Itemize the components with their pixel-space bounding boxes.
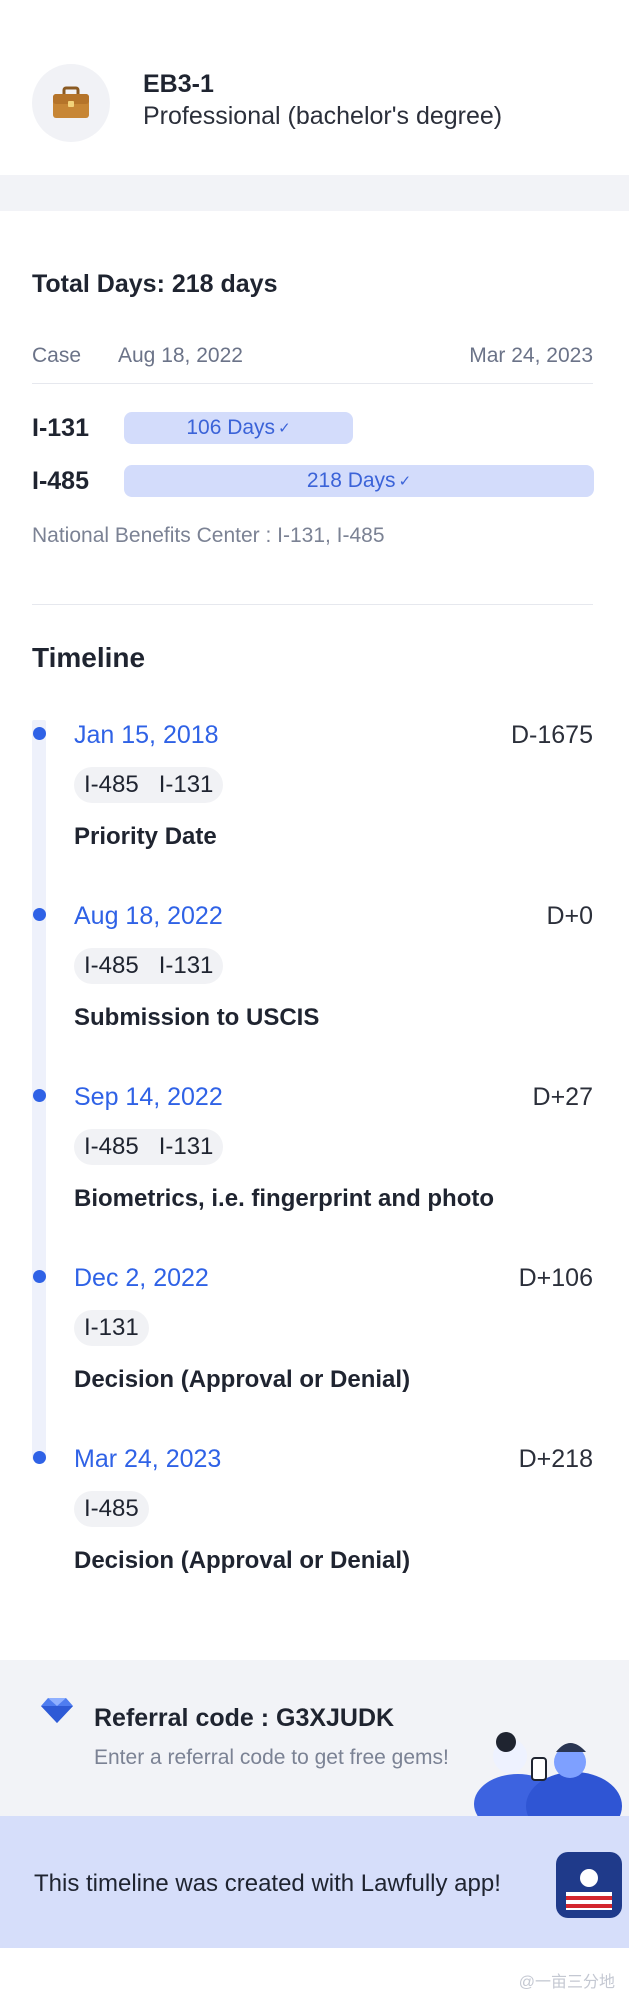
event-date: Dec 2, 2022 [74, 1264, 209, 1292]
form-chip: I-131 [148, 767, 224, 803]
event-form-chips: I-485 I-131 [74, 948, 224, 984]
event-form-chips: I-131 [74, 1310, 149, 1346]
watermark: @一亩三分地 [518, 1974, 615, 1991]
event-date: Jan 15, 2018 [74, 721, 219, 749]
check-icon: ✓ [398, 473, 412, 490]
divider [32, 604, 593, 605]
banner-text: This timeline was created with Lawfully … [34, 1870, 501, 1897]
event-date: Sep 14, 2022 [74, 1083, 223, 1111]
form-chip: I-485 [74, 767, 149, 803]
case-start-date: Aug 18, 2022 [118, 344, 243, 367]
event-day-offset: D-1675 [511, 721, 593, 749]
form-chip: I-485 [74, 1491, 149, 1527]
total-days: Total Days: 218 days [32, 270, 278, 298]
form-chip: I-131 [148, 1129, 224, 1165]
event-date: Aug 18, 2022 [74, 902, 223, 930]
event-form-chips: I-485 I-131 [74, 767, 224, 803]
referral-subtitle: Enter a referral code to get free gems! [94, 1746, 449, 1769]
event-form-chips: I-485 [74, 1491, 149, 1527]
event-title: Biometrics, i.e. fingerprint and photo [74, 1185, 495, 1212]
case-type: Professional (bachelor's degree) [143, 102, 503, 130]
event-date: Mar 24, 2023 [74, 1445, 222, 1473]
timeline-dot [33, 1270, 46, 1283]
duration-bar-i131: 106 Days ✓ [124, 412, 353, 444]
event-title: Priority Date [74, 823, 217, 850]
case-end-date: Mar 24, 2023 [469, 344, 593, 367]
app-logo-icon [556, 1852, 622, 1918]
event-day-offset: D+106 [518, 1264, 593, 1292]
referral-code: Referral code : G3XJUDK [94, 1704, 395, 1732]
event-day-offset: D+0 [546, 902, 593, 930]
form-chip: I-131 [148, 948, 224, 984]
event-day-offset: D+27 [532, 1083, 593, 1111]
case-code: EB3-1 [143, 70, 214, 98]
timeline-dot [33, 1451, 46, 1464]
case-icon-badge [32, 64, 110, 142]
bar-form-label: I-131 [32, 414, 89, 442]
divider [32, 383, 593, 384]
section-divider [0, 175, 629, 211]
bar-label: 218 Days [306, 469, 396, 492]
service-center-note: National Benefits Center : I-131, I-485 [32, 524, 385, 547]
form-chip: I-131 [74, 1310, 149, 1346]
diamond-icon [41, 1698, 73, 1723]
bar-form-label: I-485 [32, 467, 89, 495]
event-day-offset: D+218 [518, 1445, 593, 1473]
event-title: Decision (Approval or Denial) [74, 1547, 411, 1574]
form-chip: I-485 [74, 1129, 149, 1165]
bar-label: 106 Days [186, 416, 276, 439]
event-form-chips: I-485 I-131 [74, 1129, 224, 1165]
briefcase-icon [53, 86, 89, 118]
timeline-title: Timeline [32, 642, 146, 673]
form-chip: I-485 [74, 948, 149, 984]
case-label: Case [32, 344, 82, 367]
event-title: Decision (Approval or Denial) [74, 1366, 411, 1393]
timeline-dot [33, 1089, 46, 1102]
timeline-dot [33, 908, 46, 921]
timeline-dot [33, 727, 46, 740]
event-title: Submission to USCIS [74, 1004, 320, 1031]
people-illustration-icon [474, 1732, 622, 1816]
check-icon: ✓ [278, 420, 291, 437]
duration-bar-i485: 218 Days ✓ [124, 465, 594, 497]
